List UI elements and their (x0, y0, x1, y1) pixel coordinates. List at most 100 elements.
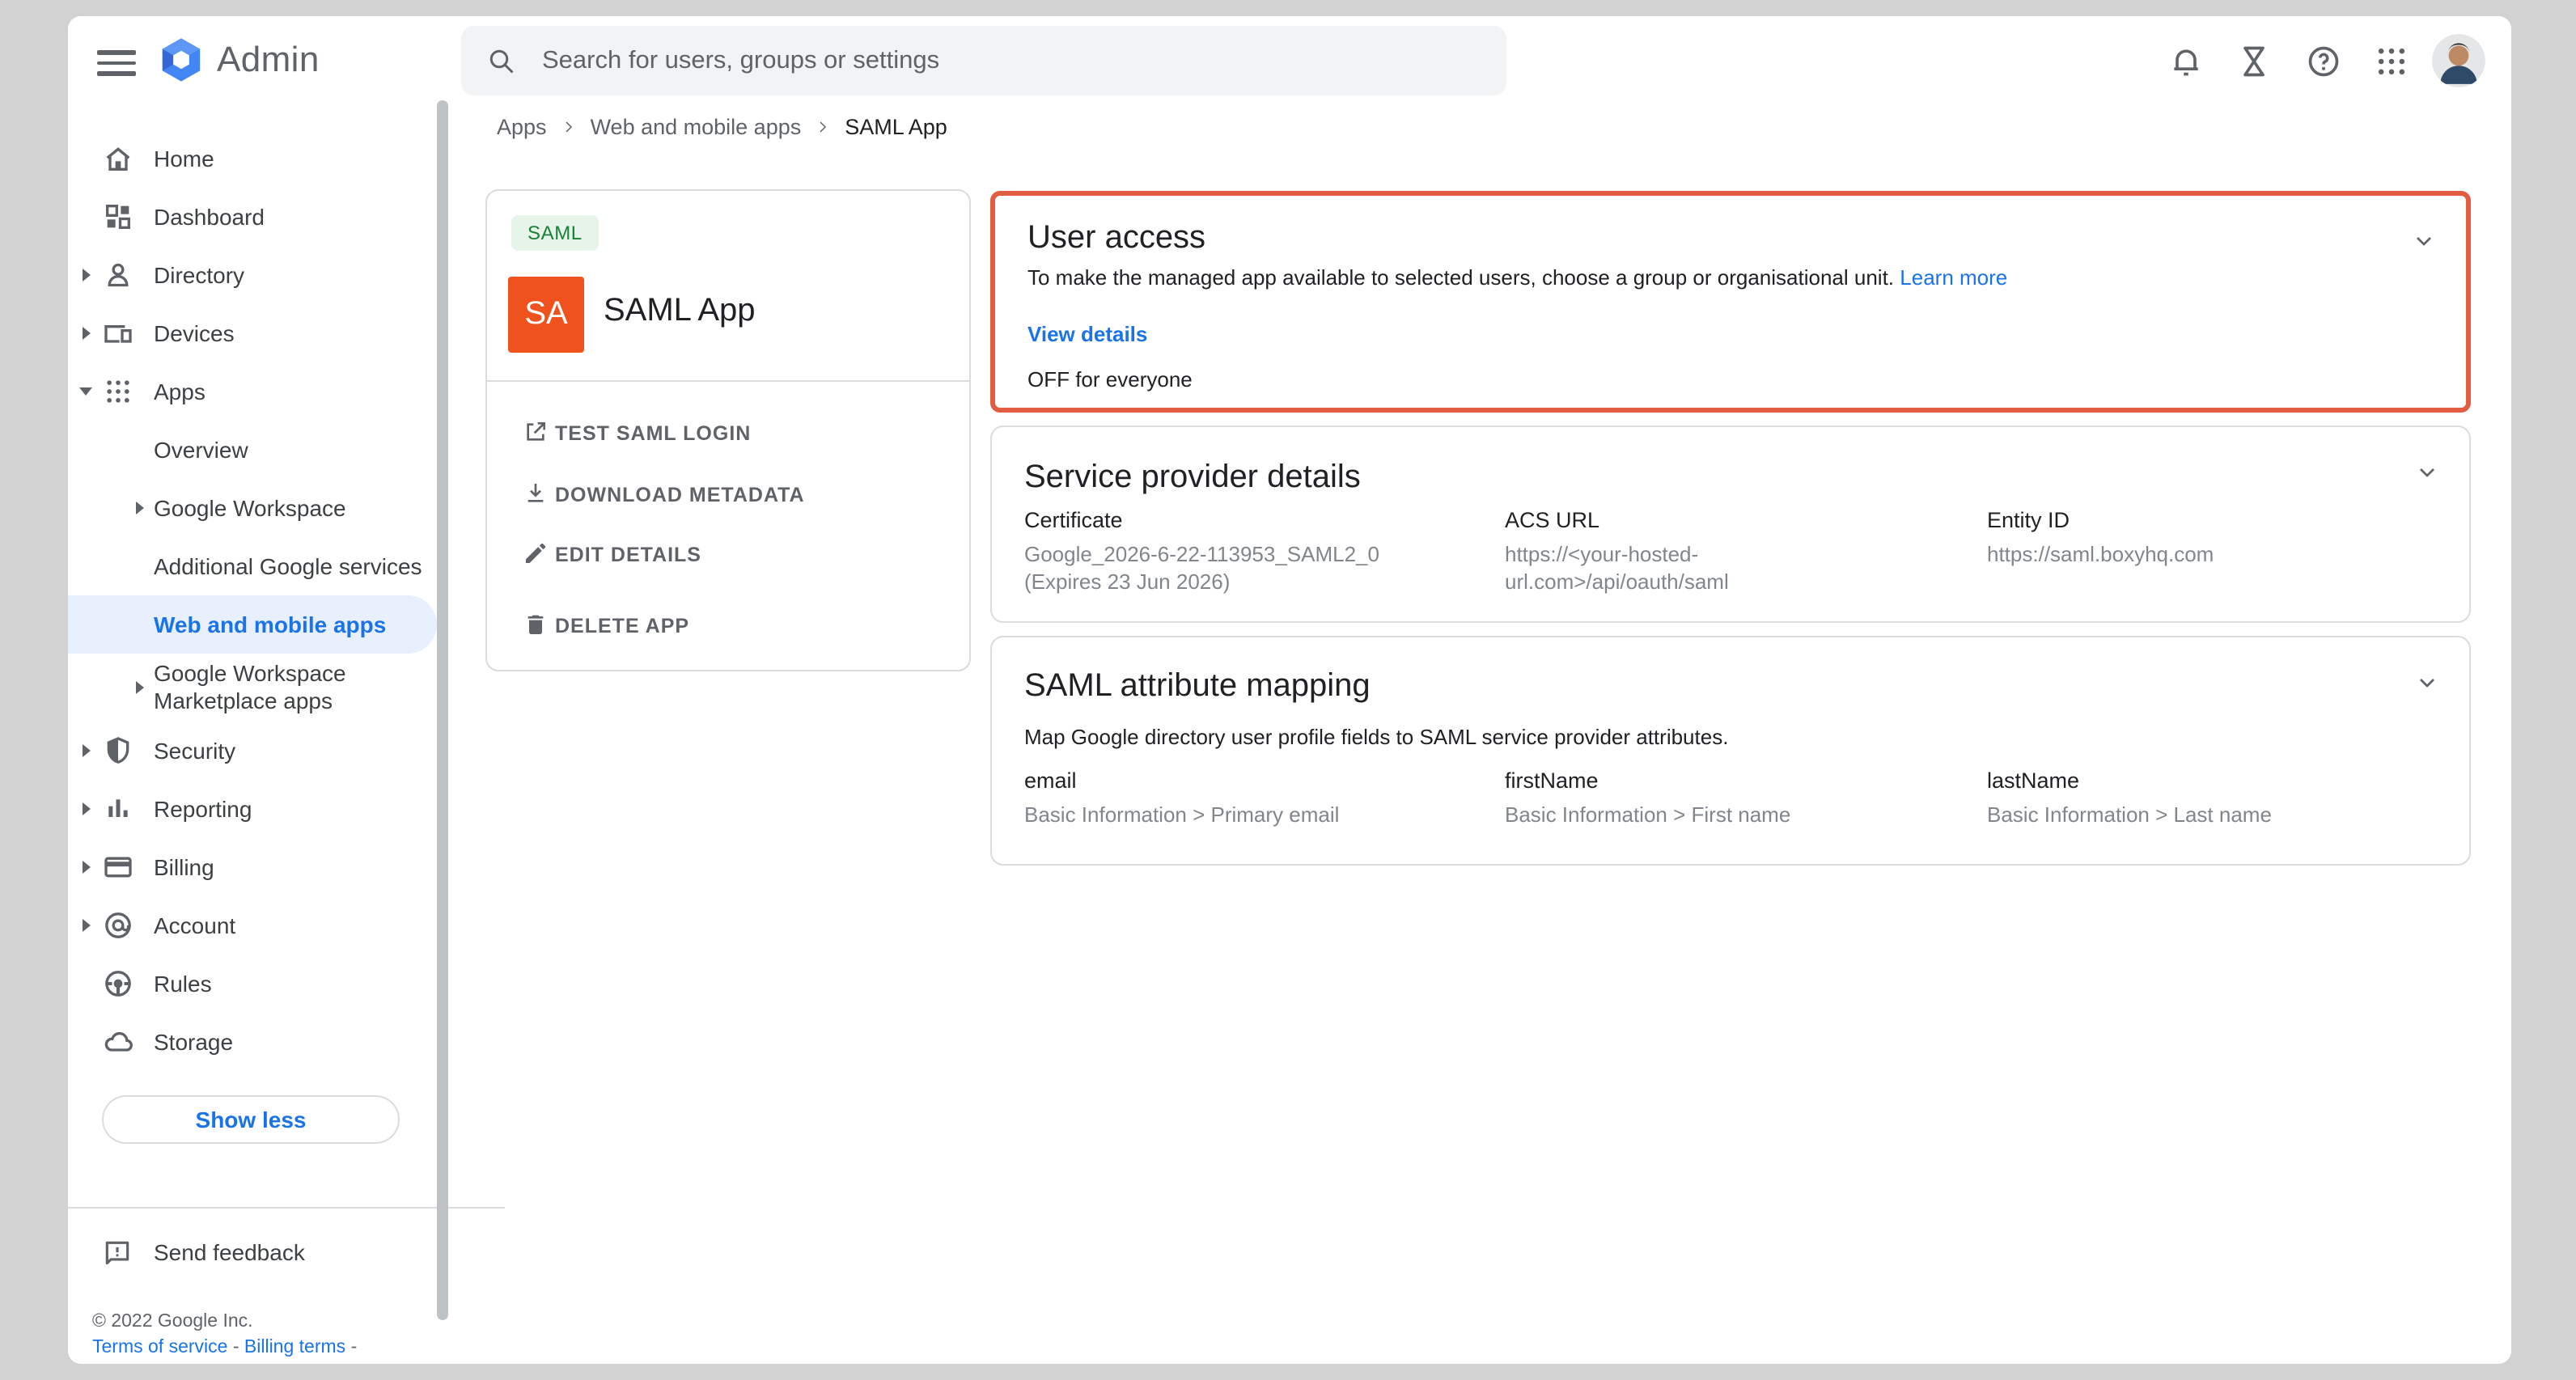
notifications-button[interactable] (2168, 44, 2204, 79)
home-icon (102, 142, 134, 175)
expand-right-icon[interactable] (83, 327, 91, 340)
help-button[interactable] (2306, 44, 2341, 79)
sidebar-item-home[interactable]: Home (68, 129, 437, 188)
sidebar-item-label: Billing (154, 853, 214, 881)
download-icon (523, 480, 549, 506)
field-label: lastName (1987, 768, 2440, 793)
action-label: DOWNLOAD METADATA (555, 484, 805, 506)
chevron-right-icon (816, 120, 830, 134)
sidebar-item-overview[interactable]: Overview (68, 421, 437, 479)
avatar[interactable] (2432, 34, 2485, 87)
sidebar-item-label: Home (154, 145, 214, 172)
download-metadata-button[interactable]: DOWNLOAD METADATA (487, 477, 969, 513)
sidebar-item-billing[interactable]: Billing (68, 838, 437, 896)
search-icon (487, 46, 516, 75)
footer-separator: - (227, 1338, 244, 1357)
sidebar-item-security[interactable]: Security (68, 722, 437, 780)
sidebar-item-devices[interactable]: Devices (68, 304, 437, 362)
expand-right-icon[interactable] (83, 802, 91, 815)
sidebar-item-marketplace-apps[interactable]: Google Workspace Marketplace apps (68, 654, 437, 722)
search-bar[interactable] (461, 26, 1506, 95)
menu-button[interactable] (97, 44, 136, 79)
attribute-mapping-card: SAML attribute mapping Map Google direct… (990, 636, 2471, 866)
field-certificate: Certificate Google_2026-6-22-113953_SAML… (1024, 508, 1505, 595)
show-less-button[interactable]: Show less (102, 1095, 400, 1144)
app-title: Admin (217, 39, 320, 81)
view-details-link[interactable]: View details (1027, 322, 1147, 346)
sidebar-item-label: Google Workspace Marketplace apps (154, 660, 396, 715)
sidebar-item-label: Directory (154, 261, 244, 289)
app-tile-initials: SA (524, 296, 567, 333)
chevron-down-icon (2414, 459, 2440, 485)
field-value: https://<your-hosted-url.com>/api/oauth/… (1505, 540, 1837, 595)
send-feedback-button[interactable]: Send feedback (68, 1223, 437, 1281)
expand-right-icon[interactable] (83, 269, 91, 282)
sidebar-item-apps[interactable]: Apps (68, 362, 437, 421)
pencil-icon (523, 540, 549, 566)
sidebar-footer: © 2022 Google Inc. Terms of service - Bi… (92, 1309, 357, 1361)
chevron-right-icon (561, 120, 576, 134)
dashboard-icon (102, 201, 134, 233)
expand-right-icon[interactable] (136, 502, 144, 514)
breadcrumb-item-current: SAML App (845, 115, 947, 139)
avatar-photo (2432, 34, 2485, 87)
expand-down-icon[interactable] (79, 387, 92, 396)
collapse-button[interactable] (2414, 670, 2440, 704)
edit-details-button[interactable]: EDIT DETAILS (487, 537, 969, 573)
sidebar-item-account[interactable]: Account (68, 896, 437, 955)
billing-terms-link[interactable]: Billing terms (244, 1338, 345, 1357)
expand-right-icon[interactable] (136, 681, 144, 694)
field-label: ACS URL (1505, 508, 1987, 532)
expand-right-icon[interactable] (83, 919, 91, 932)
bell-icon (2168, 44, 2204, 79)
google-apps-button[interactable] (2374, 44, 2409, 79)
breadcrumb-item-apps[interactable]: Apps (497, 115, 547, 139)
terms-of-service-link[interactable]: Terms of service (92, 1338, 227, 1357)
action-label: DELETE APP (555, 615, 689, 637)
breadcrumb-item-web-and-mobile-apps[interactable]: Web and mobile apps (591, 115, 802, 139)
attribute-mapping-fields: email Basic Information > Primary email … (1024, 768, 2440, 828)
app-tile: SA (508, 277, 584, 353)
sidebar-item-label: Dashboard (154, 203, 265, 231)
user-access-status: OFF for everyone (1027, 367, 1193, 392)
admin-console-window: Admin (68, 16, 2511, 1364)
devices-icon (102, 317, 134, 349)
test-saml-login-button[interactable]: TEST SAML LOGIN (487, 416, 969, 451)
tasks-button[interactable] (2236, 44, 2272, 79)
trash-icon (523, 612, 549, 637)
send-feedback-label: Send feedback (154, 1239, 305, 1267)
sidebar-item-label: Additional Google services (154, 552, 422, 580)
sidebar-item-label: Reporting (154, 795, 252, 823)
sidebar-scrollbar[interactable] (437, 100, 448, 1320)
sidebar-item-web-and-mobile-apps[interactable]: Web and mobile apps (68, 595, 437, 654)
sidebar-item-label: Account (154, 912, 235, 939)
sidebar-item-rules[interactable]: Rules (68, 955, 437, 1013)
sidebar-item-storage[interactable]: Storage (68, 1013, 437, 1071)
sidebar-item-directory[interactable]: Directory (68, 246, 437, 304)
field-email: email Basic Information > Primary email (1024, 768, 1505, 828)
learn-more-link[interactable]: Learn more (1900, 265, 2007, 290)
copyright-text: © 2022 Google Inc. (92, 1309, 357, 1335)
sidebar-item-google-workspace[interactable]: Google Workspace (68, 479, 437, 537)
app-summary-card: SAML SA SAML App TEST SAML LOGIN DOWNLOA… (485, 189, 971, 671)
collapse-button[interactable] (2414, 459, 2440, 493)
sidebar-item-label: Devices (154, 320, 235, 347)
expand-right-icon[interactable] (83, 744, 91, 757)
search-input[interactable] (539, 44, 1481, 77)
user-access-card: User access To make the managed app avai… (990, 191, 2471, 413)
admin-hexagon-icon (155, 34, 207, 86)
open-in-new-icon (523, 419, 549, 445)
sidebar-item-reporting[interactable]: Reporting (68, 780, 437, 838)
collapse-button[interactable] (2411, 228, 2437, 262)
field-label: Certificate (1024, 508, 1505, 532)
sidebar-item-label: Apps (154, 378, 205, 405)
screen: Admin (0, 0, 2576, 1380)
field-last-name: lastName Basic Information > Last name (1987, 768, 2440, 828)
sidebar-item-dashboard[interactable]: Dashboard (68, 188, 437, 246)
delete-app-button[interactable]: DELETE APP (487, 608, 969, 644)
expand-right-icon[interactable] (83, 861, 91, 874)
sidebar-item-additional-google-services[interactable]: Additional Google services (68, 537, 437, 595)
service-provider-card: Service provider details Certificate Goo… (990, 425, 2471, 623)
top-bar: Admin (68, 16, 2511, 107)
breadcrumb: Apps Web and mobile apps SAML App (497, 115, 947, 139)
